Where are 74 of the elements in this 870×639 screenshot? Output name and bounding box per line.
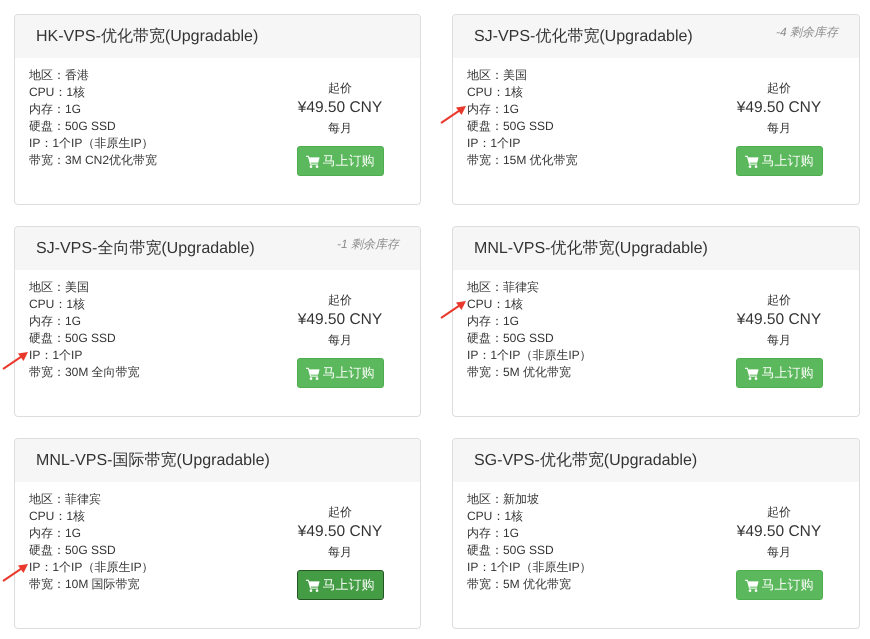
plan-title: HK-VPS-优化带宽(Upgradable) [36, 26, 258, 47]
stock-note: -1 剩余库存 [336, 236, 399, 253]
plan-title: SJ-VPS-优化带宽(Upgradable) [474, 26, 693, 47]
spec-line: 硬盘：50G SSD [29, 543, 116, 557]
spec-line: 内存：1G [467, 526, 520, 540]
spec-line: IP：1个IP（非原生IP） [467, 560, 592, 574]
order-button[interactable]: 马上订购 [736, 358, 822, 388]
price-text: ¥49.50 CNY [298, 98, 382, 118]
spec-line: 地区：香港 [29, 68, 89, 82]
spec-line: 内存：1G [29, 526, 82, 540]
spec-line: 带宽：30M 全向带宽 [29, 365, 140, 379]
spec-line: 带宽：3M CN2优化带宽 [29, 153, 158, 167]
price-text: ¥49.50 CNY [298, 522, 382, 542]
plan-title: SG-VPS-优化带宽(Upgradable) [474, 450, 698, 471]
order-button[interactable]: 马上订购 [736, 146, 822, 176]
spec-line: 硬盘：50G SSD [467, 543, 554, 557]
spec-line: 硬盘：50G SSD [29, 119, 116, 133]
spec-line: IP：1个IP [29, 348, 82, 362]
cart-icon [306, 154, 320, 168]
order-button[interactable]: 马上订购 [296, 570, 384, 600]
price-text: ¥49.50 CNY [298, 310, 382, 330]
period-label: 每月 [767, 332, 791, 349]
cart-icon [744, 366, 758, 380]
spec-line: CPU：1核 [467, 509, 524, 523]
spec-line: 内存：1G [467, 314, 520, 328]
price-label: 起价 [767, 504, 791, 521]
price-text: ¥49.50 CNY [736, 310, 822, 330]
spec-line: CPU：1核 [29, 297, 86, 311]
period-label: 每月 [767, 120, 791, 137]
period-label: 每月 [328, 332, 352, 349]
spec-line: CPU：1核 [29, 509, 86, 523]
cart-icon [306, 366, 320, 380]
spec-line: 地区：美国 [29, 280, 89, 294]
price-label: 起价 [328, 292, 352, 309]
order-button[interactable]: 马上订购 [296, 146, 384, 176]
spec-line: 硬盘：50G SSD [467, 331, 554, 345]
price-label: 起价 [328, 504, 352, 521]
price-label: 起价 [767, 292, 791, 309]
spec-line: 地区：菲律宾 [29, 492, 101, 506]
spec-line: 带宽：5M 优化带宽 [467, 365, 572, 379]
cart-icon [306, 578, 320, 592]
order-button[interactable]: 马上订购 [736, 570, 822, 600]
plan-title: MNL-VPS-优化带宽(Upgradable) [474, 238, 708, 259]
spec-line: 地区：菲律宾 [467, 280, 539, 294]
spec-line: 地区：新加坡 [467, 492, 539, 506]
spec-line: CPU：1核 [29, 85, 86, 99]
spec-line: 地区：美国 [467, 68, 527, 82]
period-label: 每月 [328, 120, 352, 137]
spec-line: 内存：1G [29, 102, 82, 116]
price-label: 起价 [767, 80, 791, 97]
spec-line: IP：1个IP（非原生IP） [29, 136, 154, 150]
spec-line: CPU：1核 [467, 297, 524, 311]
spec-line: 硬盘：50G SSD [29, 331, 116, 345]
spec-line: IP：1个IP [467, 136, 520, 150]
period-label: 每月 [328, 544, 352, 561]
plan-title: SJ-VPS-全向带宽(Upgradable) [36, 238, 255, 259]
cart-icon [744, 578, 758, 592]
cart-icon [744, 154, 758, 168]
spec-line: 内存：1G [467, 102, 520, 116]
plan-title: MNL-VPS-国际带宽(Upgradable) [36, 450, 270, 471]
spec-line: IP：1个IP（非原生IP） [467, 348, 592, 362]
price-text: ¥49.50 CNY [736, 522, 822, 542]
order-button[interactable]: 马上订购 [296, 358, 384, 388]
spec-line: CPU：1核 [467, 85, 524, 99]
spec-line: 硬盘：50G SSD [467, 119, 554, 133]
stock-note: -4 剩余库存 [776, 24, 838, 41]
spec-line: IP：1个IP（非原生IP） [29, 560, 154, 574]
spec-line: 内存：1G [29, 314, 82, 328]
period-label: 每月 [767, 544, 791, 561]
spec-line: 带宽：5M 优化带宽 [467, 577, 572, 591]
price-text: ¥49.50 CNY [736, 98, 822, 118]
spec-line: 带宽：15M 优化带宽 [467, 153, 578, 167]
spec-line: 带宽：10M 国际带宽 [29, 577, 140, 591]
price-label: 起价 [328, 80, 352, 97]
